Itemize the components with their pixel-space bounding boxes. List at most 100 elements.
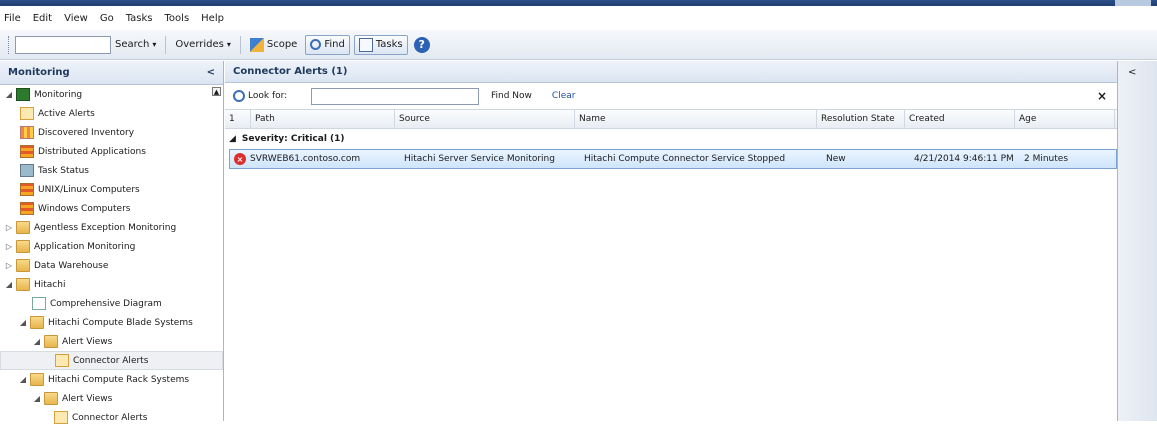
table-row[interactable]: × SVRWEB61.contoso.com Hitachi Server Ser… <box>229 149 1117 169</box>
find-now-button[interactable]: Find Now <box>491 91 532 101</box>
toolbar-grip <box>8 35 11 54</box>
results-pane-header: Connector Alerts (1) <box>225 61 1117 83</box>
column-header-resolution-state[interactable]: Resolution State <box>817 110 905 128</box>
tree-item-connector-alerts[interactable]: Connector Alerts <box>0 408 223 427</box>
collapse-arrow-icon[interactable]: ◢ <box>18 375 28 384</box>
monitor-icon <box>16 88 30 101</box>
tree-item-comprehensive-diagram[interactable]: Comprehensive Diagram <box>0 294 223 313</box>
column-header-label: Source <box>399 114 430 124</box>
overrides-button-label: Overrides <box>175 39 224 50</box>
tree-item-label: Agentless Exception Monitoring <box>34 222 177 233</box>
collapse-arrow-icon[interactable]: ◢ <box>18 318 28 327</box>
menu-help[interactable]: Help <box>201 13 224 24</box>
column-header-age[interactable]: Age <box>1015 110 1115 128</box>
cell-resolution-state: New <box>826 154 846 164</box>
menu-view[interactable]: View <box>64 13 88 24</box>
page-title: Connector Alerts (1) <box>233 66 348 77</box>
tree-item-label: Alert Views <box>62 336 113 347</box>
column-header-source[interactable]: Source <box>395 110 575 128</box>
tree-item-hitachi-compute-blade-systems[interactable]: ◢ Hitachi Compute Blade Systems <box>0 313 223 332</box>
collapse-icon[interactable]: < <box>207 67 215 78</box>
expand-arrow-icon[interactable]: ▷ <box>4 223 14 232</box>
clear-link[interactable]: Clear <box>552 91 576 101</box>
toolbar-separator <box>165 35 167 54</box>
toolbar-separator <box>239 35 241 54</box>
menu-tasks[interactable]: Tasks <box>126 13 153 24</box>
collapse-arrow-icon[interactable]: ◢ <box>32 337 42 346</box>
folder-icon <box>44 335 58 348</box>
tree-item-distributed-applications[interactable]: Distributed Applications <box>0 142 223 161</box>
scroll-up-icon[interactable]: ▲ <box>212 87 221 96</box>
tree-item-monitoring[interactable]: ◢ Monitoring <box>0 85 223 104</box>
expand-arrow-icon[interactable]: ◢ <box>4 90 14 99</box>
column-header-path[interactable]: Path <box>251 110 395 128</box>
tasks-icon <box>358 37 373 52</box>
tree-item-label: Connector Alerts <box>72 412 148 423</box>
scope-button[interactable]: Scope <box>246 35 301 55</box>
menu-file[interactable]: File <box>4 13 21 24</box>
tree-item-alert-views[interactable]: ◢ Alert Views <box>0 332 223 351</box>
tree-item-application-monitoring[interactable]: ▷ Application Monitoring <box>0 237 223 256</box>
expand-arrow-icon[interactable]: ▷ <box>4 242 14 251</box>
tree-item-label: Active Alerts <box>38 108 95 119</box>
look-for-label-group: Look for: <box>233 90 311 102</box>
expand-tasks-icon[interactable]: < <box>1128 67 1136 78</box>
tree-item-task-status[interactable]: Task Status <box>0 161 223 180</box>
menu-edit[interactable]: Edit <box>33 13 52 24</box>
expand-arrow-icon[interactable]: ▷ <box>4 261 14 270</box>
tree-item-hitachi[interactable]: ◢ Hitachi <box>0 275 223 294</box>
grid-icon <box>20 183 34 196</box>
column-header-created[interactable]: Created <box>905 110 1015 128</box>
column-header-label: Name <box>579 114 606 124</box>
tree-item-discovered-inventory[interactable]: Discovered Inventory <box>0 123 223 142</box>
tree-item-connector-alerts-selected[interactable]: Connector Alerts <box>0 351 223 370</box>
find-button[interactable]: Find <box>305 34 350 55</box>
tree-item-label: Distributed Applications <box>38 146 146 157</box>
results-pane: Connector Alerts (1) Look for: Find Now … <box>225 61 1117 421</box>
scope-icon <box>249 37 264 52</box>
tree-item-label: Hitachi <box>34 279 66 290</box>
tree-item-active-alerts[interactable]: Active Alerts <box>0 104 223 123</box>
tree-item-alert-views[interactable]: ◢ Alert Views <box>0 389 223 408</box>
look-for-input[interactable] <box>311 87 479 105</box>
toolbar-search-input[interactable] <box>15 35 111 54</box>
folder-icon <box>30 316 44 329</box>
help-icon[interactable]: ? <box>413 36 430 53</box>
tree-item-data-warehouse[interactable]: ▷ Data Warehouse <box>0 256 223 275</box>
collapse-arrow-icon[interactable]: ◢ <box>32 394 42 403</box>
alert-view-icon <box>20 107 34 120</box>
tree-item-unix-linux-computers[interactable]: UNIX/Linux Computers <box>0 180 223 199</box>
tree-item-hitachi-compute-rack-systems[interactable]: ◢ Hitachi Compute Rack Systems <box>0 370 223 389</box>
close-icon[interactable]: × <box>1097 89 1107 103</box>
search-button[interactable]: Search ▾ <box>111 35 160 55</box>
column-header-label: Age <box>1019 114 1037 124</box>
tasks-button[interactable]: Tasks <box>353 34 408 55</box>
tree-item-label: Alert Views <box>62 393 113 404</box>
overrides-button[interactable]: Overrides ▾ <box>171 35 235 55</box>
menu-tools[interactable]: Tools <box>165 13 190 24</box>
magnifier-icon <box>233 90 245 102</box>
severity-group-header[interactable]: ◢ Severity: Critical (1) <box>225 129 1117 149</box>
diagram-icon <box>32 297 46 310</box>
folder-icon <box>44 392 58 405</box>
tree-item-agentless-exception-monitoring[interactable]: ▷ Agentless Exception Monitoring <box>0 218 223 237</box>
search-button-label: Search <box>115 39 150 50</box>
tree-item-label: Connector Alerts <box>73 355 149 366</box>
navigation-pane-header: Monitoring < <box>0 61 223 85</box>
cell-age: 2 Minutes <box>1024 154 1069 164</box>
menu-go[interactable]: Go <box>100 13 114 24</box>
collapse-arrow-icon[interactable]: ◢ <box>4 280 14 289</box>
find-button-label: Find <box>324 39 345 50</box>
tasks-button-label: Tasks <box>375 39 403 50</box>
tree-item-windows-computers[interactable]: Windows Computers <box>0 199 223 218</box>
column-header-icon[interactable]: 1 <box>225 110 251 128</box>
column-header-label: Resolution State <box>821 114 895 124</box>
alert-view-icon <box>55 354 69 367</box>
navigation-pane: Monitoring < ▲ ◢ Monitoring Active Alerts… <box>0 61 224 424</box>
collapse-arrow-icon[interactable]: ◢ <box>229 134 236 144</box>
tree-item-label: Application Monitoring <box>34 241 136 252</box>
folder-icon <box>30 373 44 386</box>
column-header-name[interactable]: Name <box>575 110 817 128</box>
magnifier-icon <box>310 39 322 50</box>
severity-group-label: Severity: Critical (1) <box>241 134 345 144</box>
